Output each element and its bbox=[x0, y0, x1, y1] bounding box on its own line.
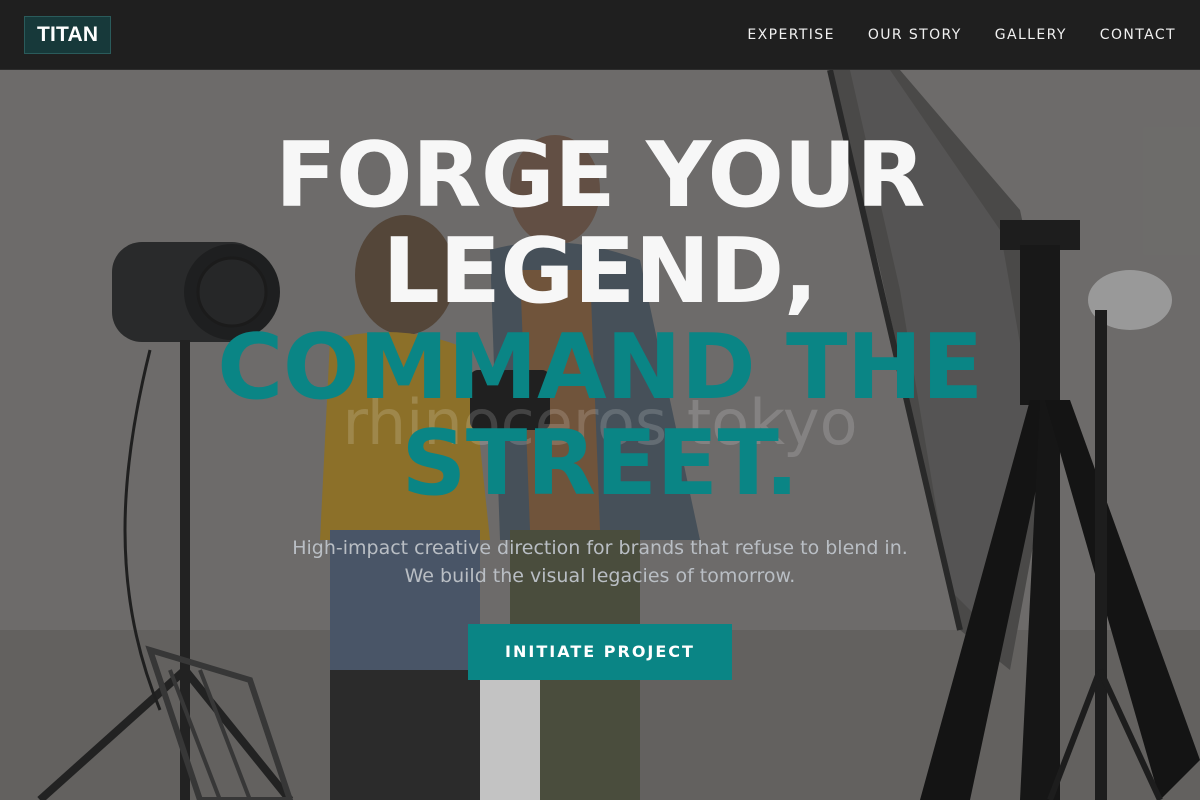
headline-line-2: LEGEND, bbox=[382, 219, 818, 324]
initiate-project-button[interactable]: INITIATE PROJECT bbox=[468, 624, 732, 680]
headline-line-3: COMMAND THE bbox=[217, 315, 983, 420]
subtitle-line-1: High-impact creative direction for brand… bbox=[292, 537, 908, 559]
hero-content: FORGE YOUR LEGEND, COMMAND THE STREET. H… bbox=[0, 70, 1200, 680]
nav-link-our-story[interactable]: OUR STORY bbox=[868, 27, 962, 43]
site-header: TITAN EXPERTISE OUR STORY GALLERY CONTAC… bbox=[0, 0, 1200, 70]
subtitle-line-2: We build the visual legacies of tomorrow… bbox=[404, 565, 796, 587]
hero-headline: FORGE YOUR LEGEND, COMMAND THE STREET. bbox=[0, 128, 1200, 512]
logo[interactable]: TITAN bbox=[24, 16, 112, 54]
headline-line-1: FORGE YOUR bbox=[275, 123, 925, 228]
nav-link-gallery[interactable]: GALLERY bbox=[995, 27, 1067, 43]
main-nav: EXPERTISE OUR STORY GALLERY CONTACT bbox=[714, 0, 1176, 70]
nav-link-expertise[interactable]: EXPERTISE bbox=[747, 27, 834, 43]
hero-subtitle: High-impact creative direction for brand… bbox=[240, 534, 960, 590]
nav-link-contact[interactable]: CONTACT bbox=[1100, 27, 1176, 43]
headline-line-4: STREET. bbox=[401, 411, 799, 516]
